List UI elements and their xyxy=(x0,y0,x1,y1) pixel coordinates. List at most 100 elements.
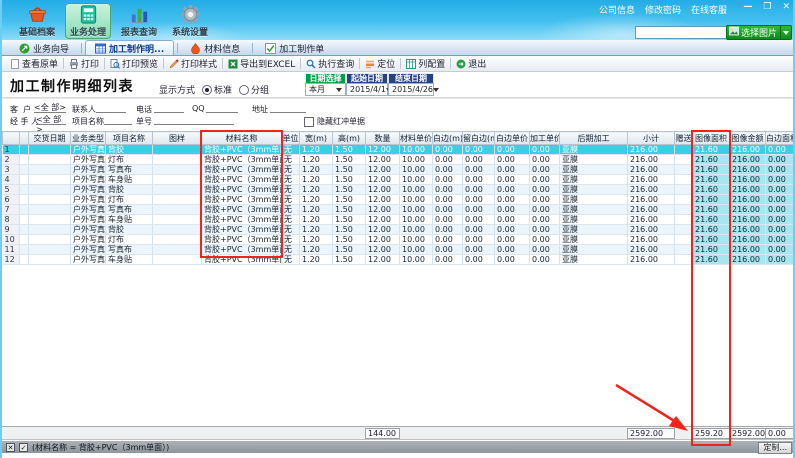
cell xyxy=(20,165,29,175)
toolbar-export-excel[interactable]: 导出到EXCEL xyxy=(224,57,299,70)
toolbar-exit[interactable]: 退出 xyxy=(452,57,490,70)
tab-2[interactable]: 材料信息 xyxy=(181,41,249,55)
form-field-2-2[interactable] xyxy=(154,114,234,125)
table-row[interactable]: 5户外写真背胶背胶+PVC（3mm单面）无1.201.5012.0010.000… xyxy=(3,185,795,195)
title-link-1[interactable]: 修改密码 xyxy=(645,3,681,16)
col-header-16[interactable]: 后期加工 xyxy=(560,132,628,145)
nav-button-chart[interactable]: 报表查询 xyxy=(116,3,162,39)
toolbar-view-original[interactable]: 查看原单 xyxy=(6,57,62,70)
grid-table: 交货日期业务类型项目名称图样材料名称单位宽(m)高(m)数量材料单价白边(m)留… xyxy=(2,131,795,265)
toolbar-separator xyxy=(359,58,360,69)
table-row[interactable]: 10户外写真灯布背胶+PVC（3mm单面）无1.201.5012.0010.00… xyxy=(3,235,795,245)
radio-icon[interactable] xyxy=(239,85,249,95)
title-link-0[interactable]: 公司信息 xyxy=(599,3,635,16)
cell: 0.00 xyxy=(463,145,495,155)
form-field-1-3[interactable] xyxy=(206,102,238,113)
form-field-2-0[interactable]: <全 部> xyxy=(36,114,66,125)
pick-image-label: 选择图片 xyxy=(741,26,777,39)
col-header-20[interactable]: 图像金额 xyxy=(730,132,766,145)
title-link-2[interactable]: 在线客服 xyxy=(691,3,727,16)
tab-3[interactable]: 加工制作单 xyxy=(256,41,333,55)
toolbar-print[interactable]: 打印 xyxy=(65,57,103,70)
col-header-13[interactable]: 留白边(m) xyxy=(463,132,495,145)
radio-icon[interactable] xyxy=(202,85,212,95)
col-header-3[interactable]: 业务类型 xyxy=(71,132,106,145)
title-bar: 公司信息修改密码在线客服 — ❐ ✕ 基础档案业务处理报表查询系统设置 选择图片 xyxy=(2,0,795,40)
col-header-17[interactable]: 小计 xyxy=(628,132,675,145)
cell: 12.00 xyxy=(366,245,400,255)
toolbar-column-config[interactable]: 列配置 xyxy=(402,57,449,70)
cell: 1.20 xyxy=(300,225,333,235)
form-field-2-1[interactable] xyxy=(104,114,132,125)
checkbox-icon[interactable] xyxy=(304,117,314,127)
nav-button-calculator[interactable]: 业务处理 xyxy=(65,3,111,39)
toolbar-query[interactable]: 执行查询 xyxy=(302,57,358,70)
col-header-12[interactable]: 白边(m) xyxy=(433,132,463,145)
image-search-input[interactable] xyxy=(635,26,727,39)
cell: 1.20 xyxy=(300,175,333,185)
table-row[interactable]: 7户外写真写真布背胶+PVC（3mm单面）无1.201.5012.0010.00… xyxy=(3,205,795,215)
table-row[interactable]: 12户外写真车身贴背胶+PVC（3mm单面）无1.201.5012.0010.0… xyxy=(3,255,795,265)
cell: 21.60 xyxy=(693,185,730,195)
col-header-14[interactable]: 白边单价 xyxy=(495,132,530,145)
table-row[interactable]: 2户外写真灯布背胶+PVC（3mm单面）无1.201.5012.0010.000… xyxy=(3,155,795,165)
nav-button-basket[interactable]: 基础档案 xyxy=(14,3,60,39)
cell: 亚膜 xyxy=(560,215,628,225)
table-row[interactable]: 8户外写真车身贴背胶+PVC（3mm单面）无1.201.5012.0010.00… xyxy=(3,215,795,225)
col-header-8[interactable]: 宽(m) xyxy=(300,132,333,145)
close-button[interactable]: ✕ xyxy=(782,2,790,12)
tab-1[interactable]: 加工制作明... xyxy=(85,40,174,55)
form-field-1-1[interactable] xyxy=(96,102,126,113)
pick-image-dropdown[interactable] xyxy=(780,26,789,39)
col-header-9[interactable]: 高(m) xyxy=(333,132,366,145)
pick-image-button[interactable]: 选择图片 xyxy=(726,25,792,40)
col-header-10[interactable]: 数量 xyxy=(366,132,400,145)
table-row[interactable]: 3户外写真写真布背胶+PVC（3mm单面）无1.201.5012.0010.00… xyxy=(3,165,795,175)
col-header-18[interactable]: 赠送 xyxy=(675,132,693,145)
form-field-1-2[interactable] xyxy=(154,102,184,113)
summary-value: 2592.00 xyxy=(729,428,766,439)
cell: 0.00 xyxy=(463,225,495,235)
toolbar-print-preview[interactable]: 打印预览 xyxy=(106,57,162,70)
col-header-1[interactable] xyxy=(20,132,29,145)
col-header-2[interactable]: 交货日期 xyxy=(29,132,71,145)
display-mode-option-1[interactable]: 分组 xyxy=(239,83,269,96)
maximize-button[interactable]: ❐ xyxy=(763,2,771,12)
nav-button-gear[interactable]: 系统设置 xyxy=(167,3,213,39)
cell: 车身贴 xyxy=(106,215,153,225)
col-header-21[interactable]: 白边面积 xyxy=(766,132,795,145)
table-row[interactable]: 9户外写真背胶背胶+PVC（3mm单面）无1.201.5012.0010.000… xyxy=(3,225,795,235)
col-header-11[interactable]: 材料单价 xyxy=(400,132,433,145)
toolbar-print-style[interactable]: 打印样式 xyxy=(165,57,221,70)
hide-reversed-checkbox[interactable]: 隐藏红冲单据 xyxy=(304,116,365,127)
form-field-1-4[interactable] xyxy=(270,102,306,113)
col-header-7[interactable]: 单位 xyxy=(282,132,300,145)
date-filter-dropdown[interactable]: 本月 xyxy=(305,83,346,96)
date-filter-dropdown[interactable]: 2015/4/26 xyxy=(388,83,434,96)
toolbar-locate[interactable]: 定位 xyxy=(361,57,399,70)
date-filter-value: 2015/4/1 xyxy=(350,85,386,94)
display-mode-option-0[interactable]: 标准 xyxy=(202,83,232,96)
customize-filter-button[interactable]: 定制... xyxy=(758,442,792,454)
filter-enabled-checkbox[interactable]: ✓ xyxy=(19,443,28,452)
remove-filter-icon[interactable]: ✕ xyxy=(6,443,15,452)
table-row[interactable]: 1户外写真背胶背胶+PVC（3mm单面）无1.201.5012.0010.000… xyxy=(3,145,795,155)
cell xyxy=(675,185,693,195)
image-icon xyxy=(729,26,739,39)
print-preview-icon xyxy=(110,59,120,69)
col-header-5[interactable]: 图样 xyxy=(153,132,202,145)
minimize-button[interactable]: — xyxy=(743,2,752,12)
col-header-0[interactable] xyxy=(3,132,20,145)
cell: 10.00 xyxy=(400,175,433,185)
table-row[interactable]: 6户外写真灯布背胶+PVC（3mm单面）无1.201.5012.0010.000… xyxy=(3,195,795,205)
form-field-1-0[interactable]: <全 部> xyxy=(34,102,66,113)
table-row[interactable]: 4户外写真车身贴背胶+PVC（3mm单面）无1.201.5012.0010.00… xyxy=(3,175,795,185)
date-filter-dropdown[interactable]: 2015/4/1 xyxy=(346,83,388,96)
col-header-6[interactable]: 材料名称 xyxy=(202,132,282,145)
table-row[interactable]: 11户外写真写真布背胶+PVC（3mm单面）无1.201.5012.0010.0… xyxy=(3,245,795,255)
cell: 背胶+PVC（3mm单面） xyxy=(202,225,282,235)
col-header-19[interactable]: 图像面积 xyxy=(693,132,730,145)
col-header-15[interactable]: 加工单价 xyxy=(530,132,560,145)
tab-0[interactable]: 业务向导 xyxy=(10,41,78,55)
col-header-4[interactable]: 项目名称 xyxy=(106,132,153,145)
